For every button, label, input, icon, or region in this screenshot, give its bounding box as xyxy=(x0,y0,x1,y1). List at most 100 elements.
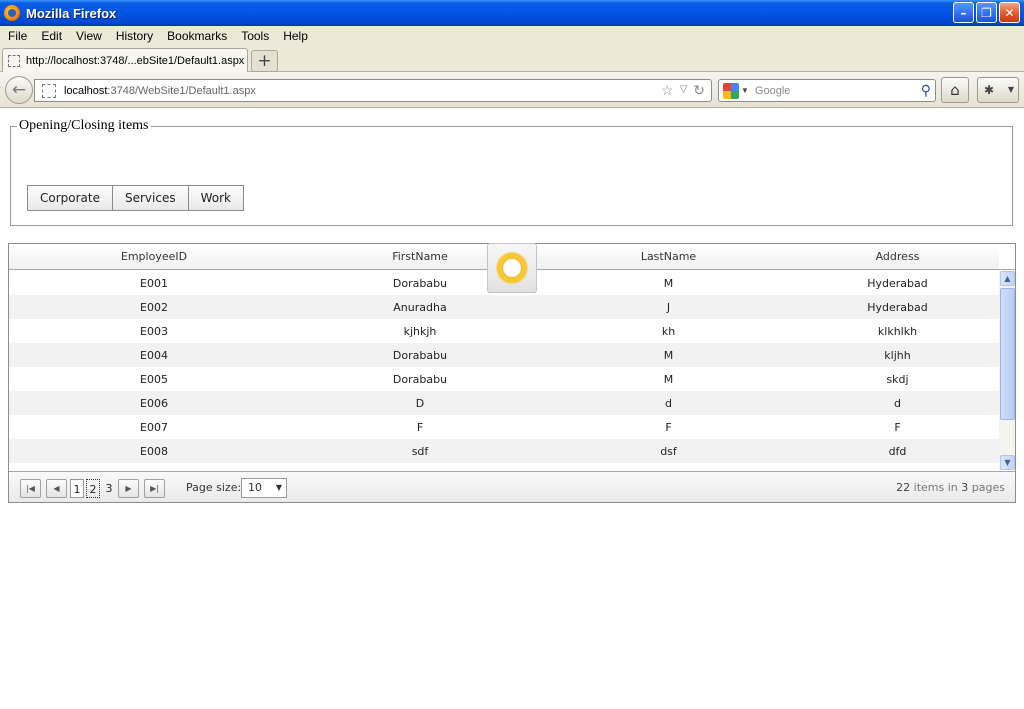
search-input[interactable]: Google xyxy=(755,85,790,97)
url-bar[interactable]: localhost:3748/WebSite1/Default1.aspx ☆ … xyxy=(34,79,712,102)
vertical-scrollbar[interactable]: ▲ ▼ xyxy=(999,271,1015,470)
google-engine-icon[interactable] xyxy=(723,82,739,99)
title-bar: Mozilla Firefox – ❐ ✕ xyxy=(0,0,1024,26)
cell-address: Hyderabad xyxy=(867,300,928,314)
cell-lastname: kh xyxy=(661,324,676,338)
browser-tab[interactable]: http://localhost:3748/...ebSite1/Default… xyxy=(2,48,248,73)
column-header-employeeid[interactable]: EmployeeID xyxy=(9,244,299,269)
engine-dropdown-icon[interactable]: ▼ xyxy=(741,86,749,95)
page-link-1[interactable]: 1 xyxy=(70,479,84,498)
menu-bar: File Edit View History Bookmarks Tools H… xyxy=(0,26,1024,46)
scroll-up-icon[interactable]: ▲ xyxy=(1000,271,1015,286)
menu-edit[interactable]: Edit xyxy=(33,29,68,43)
scroll-down-icon[interactable]: ▼ xyxy=(1000,455,1015,470)
cell-employeeid: E005 xyxy=(140,372,168,386)
back-arrow-icon: ← xyxy=(11,80,27,100)
new-tab-button[interactable]: + xyxy=(251,50,278,72)
cell-employeeid: E002 xyxy=(140,300,168,314)
table-row[interactable]: E005 Dorababu M skdj xyxy=(9,367,999,391)
chevron-down-icon: ▼ xyxy=(275,483,282,492)
cell-firstname: D xyxy=(415,396,425,410)
url-host: localhost xyxy=(64,84,108,97)
table-row[interactable]: E004 Dorababu M kljhh xyxy=(9,343,999,367)
first-page-button[interactable]: |◀ xyxy=(20,479,41,498)
back-button[interactable]: ← xyxy=(5,76,33,104)
cell-firstname: Anuradha xyxy=(393,300,447,314)
next-page-icon: ▶ xyxy=(125,484,132,493)
total-items: 22 xyxy=(896,481,911,494)
window-title: Mozilla Firefox xyxy=(26,5,117,21)
last-page-icon: ▶| xyxy=(150,484,159,493)
table-row[interactable]: E006 D d d xyxy=(9,391,999,415)
table-row[interactable]: E002 Anuradha J Hyderabad xyxy=(9,295,999,319)
column-header-lastname[interactable]: LastName xyxy=(541,244,796,269)
restore-button[interactable]: ❐ xyxy=(976,2,997,23)
menu-item-corporate[interactable]: Corporate xyxy=(28,186,113,210)
fieldset-legend: Opening/Closing items xyxy=(17,118,151,134)
menu-help[interactable]: Help xyxy=(275,29,314,43)
chevron-down-icon: ▼ xyxy=(1007,85,1014,94)
firefox-logo-icon xyxy=(4,5,20,21)
addon-icon: ✱ xyxy=(984,83,995,97)
menu-file[interactable]: File xyxy=(0,29,33,43)
home-icon: ⌂ xyxy=(950,81,960,99)
search-box[interactable]: ▼ Google ⚲ xyxy=(718,79,936,102)
table-row[interactable]: E008 sdf dsf dfd xyxy=(9,439,999,463)
cell-employeeid: E001 xyxy=(140,276,168,290)
page-size-select[interactable]: 10 ▼ xyxy=(241,478,287,498)
cell-lastname: dsf xyxy=(660,444,677,458)
scrollbar-thumb[interactable] xyxy=(1000,288,1015,420)
addon-button[interactable]: ✱ ▼ xyxy=(977,77,1019,103)
loading-indicator xyxy=(487,243,537,293)
home-button[interactable]: ⌂ xyxy=(941,77,969,103)
last-page-button[interactable]: ▶| xyxy=(144,479,165,498)
items-in-label: items in xyxy=(913,481,958,494)
close-button[interactable]: ✕ xyxy=(999,2,1020,23)
menu-item-services[interactable]: Services xyxy=(113,186,189,210)
cell-firstname: Dorababu xyxy=(392,372,448,386)
menu-view[interactable]: View xyxy=(68,29,108,43)
menu-tools[interactable]: Tools xyxy=(233,29,275,43)
grid-rows: E001 Dorababu M Hyderabad E002 Anuradha … xyxy=(9,271,999,463)
pages-label: pages xyxy=(971,481,1005,494)
reload-icon[interactable]: ↻ xyxy=(693,82,705,99)
menu-item-work[interactable]: Work xyxy=(189,186,243,210)
minimize-button[interactable]: – xyxy=(953,2,974,23)
page-link-3[interactable]: 3 xyxy=(102,479,116,498)
cell-firstname: F xyxy=(416,420,424,434)
cell-employeeid: E003 xyxy=(140,324,168,338)
loading-spinner-icon xyxy=(497,253,527,283)
cell-address: klkhlkh xyxy=(877,324,918,338)
cell-firstname: Dorababu xyxy=(392,348,448,362)
total-pages: 3 xyxy=(961,481,969,494)
table-row[interactable]: E003 kjhkjh kh klkhlkh xyxy=(9,319,999,343)
pager-info: 22 items in 3 pages xyxy=(896,481,1005,494)
cell-firstname: sdf xyxy=(411,444,429,458)
url-path: :3748/WebSite1/Default1.aspx xyxy=(107,84,256,97)
menu-history[interactable]: History xyxy=(108,29,159,43)
menu-bookmarks[interactable]: Bookmarks xyxy=(159,29,233,43)
tab-strip: http://localhost:3748/...ebSite1/Default… xyxy=(0,46,1024,73)
cell-lastname: J xyxy=(666,300,671,314)
cell-firstname: kjhkjh xyxy=(403,324,437,338)
table-row[interactable]: E007 F F F xyxy=(9,415,999,439)
prev-page-button[interactable]: ◀ xyxy=(46,479,67,498)
site-identity-icon[interactable] xyxy=(42,83,56,98)
grid-pager: |◀ ◀ 1 2 3 ▶ ▶| Page size: 10 ▼ 22 items… xyxy=(9,471,1015,502)
page-size-label: Page size: xyxy=(186,481,242,494)
cell-lastname: M xyxy=(663,276,674,290)
cell-address: dfd xyxy=(888,444,907,458)
cell-lastname: M xyxy=(663,372,674,386)
column-header-address[interactable]: Address xyxy=(796,244,999,269)
page-link-2[interactable]: 2 xyxy=(86,479,100,498)
history-dropdown-icon[interactable]: ▽ xyxy=(680,82,688,99)
cell-employeeid: E008 xyxy=(140,444,168,458)
cell-lastname: F xyxy=(665,420,672,434)
cell-address: F xyxy=(894,420,901,434)
search-icon[interactable]: ⚲ xyxy=(921,82,931,99)
cell-lastname: M xyxy=(663,348,674,362)
next-page-button[interactable]: ▶ xyxy=(118,479,139,498)
bookmark-star-icon[interactable]: ☆ xyxy=(661,82,674,99)
cell-address: skdj xyxy=(886,372,909,386)
prev-page-icon: ◀ xyxy=(53,484,60,493)
